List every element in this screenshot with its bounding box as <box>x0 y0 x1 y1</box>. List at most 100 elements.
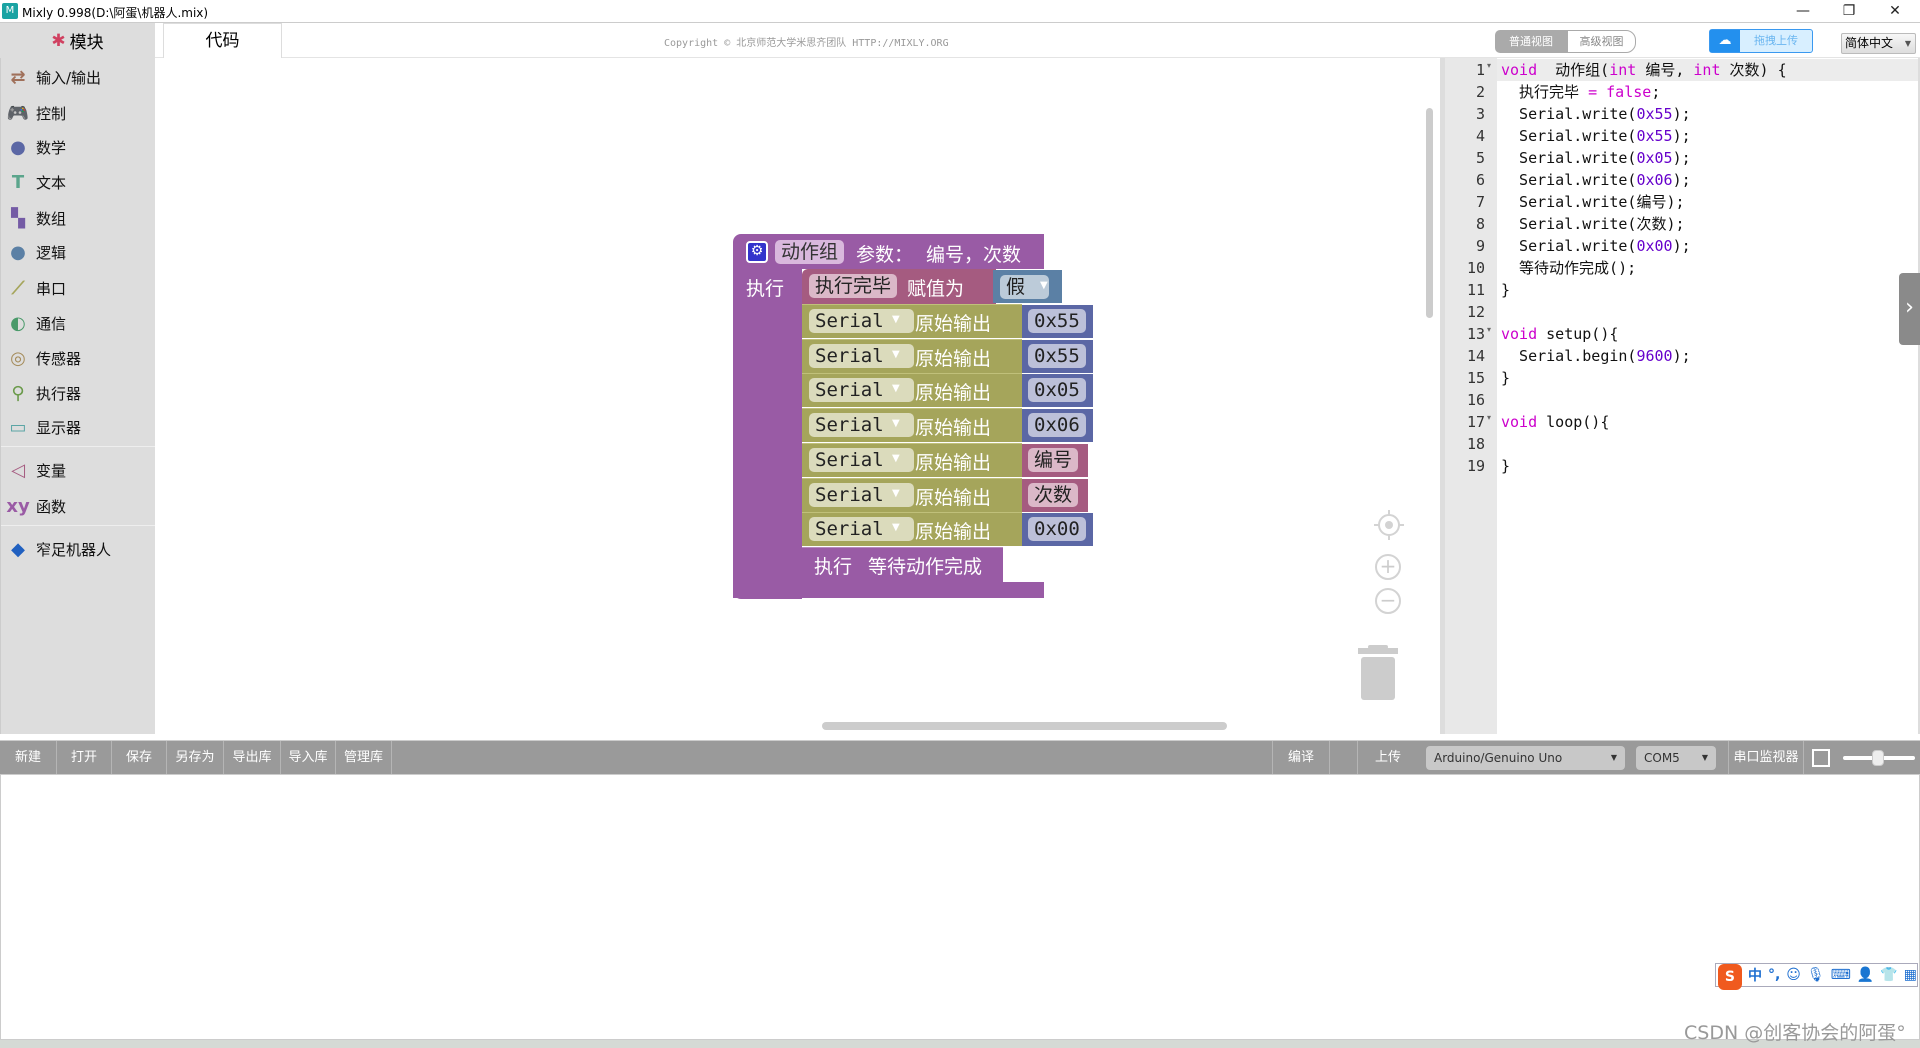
horizontal-scrollbar[interactable] <box>822 722 1227 730</box>
chevron-down-icon: ▼ <box>1610 753 1617 762</box>
restore-button[interactable]: ❐ <box>1826 0 1872 22</box>
keyboard-icon[interactable]: ⌨ <box>1831 967 1851 983</box>
sidebar-item-2[interactable]: ● 数学 <box>1 130 156 164</box>
output-console[interactable] <box>0 774 1920 1040</box>
tab-code[interactable]: 代码 <box>163 23 282 59</box>
serial-monitor-button[interactable]: 串口监视器 <box>1728 741 1804 775</box>
zoom-slider-handle[interactable] <box>1872 750 1884 766</box>
minimize-button[interactable]: — <box>1780 0 1826 22</box>
normal-view-button[interactable]: 普通视图 <box>1495 30 1567 53</box>
export-library-button[interactable]: 导出库 <box>224 741 281 775</box>
window-title: Mixly 0.998(D:\阿蛋\机器人.mix) <box>22 6 209 20</box>
new-button[interactable]: 新建 <box>0 741 57 775</box>
watermark: CSDN @创客协会的阿蛋° <box>1684 1022 1906 1044</box>
variable-field[interactable]: 次数 <box>1028 482 1079 507</box>
sidebar-item-label: 数组 <box>36 209 67 228</box>
sidebar-item-10[interactable]: ▭ 显示器 <box>1 410 156 444</box>
sidebar-item-5[interactable]: ● 逻辑 <box>1 235 156 269</box>
sidebar-item-3[interactable]: T 文本 <box>1 165 156 199</box>
upload-button[interactable]: 上传 <box>1358 741 1418 775</box>
recenter-icon[interactable] <box>1374 510 1404 540</box>
drag-upload-label: 拖拽上传 <box>1754 34 1798 47</box>
serial-write-label: 原始输出 <box>915 347 992 370</box>
code-token: ); <box>1672 237 1691 255</box>
zoom-in-icon[interactable]: + <box>1375 554 1401 580</box>
number-field[interactable]: 0x55 <box>1028 343 1086 368</box>
code-token: Serial.write( <box>1501 171 1637 189</box>
line-number: 7 <box>1475 193 1485 211</box>
shirt-icon[interactable]: 👕 <box>1880 967 1897 983</box>
number-field[interactable]: 0x06 <box>1028 413 1086 438</box>
emoji-icon[interactable]: ☺ <box>1786 967 1801 983</box>
save-as-button[interactable]: 另存为 <box>167 741 224 775</box>
code-line: } <box>1501 367 1510 389</box>
chip-icon[interactable] <box>1812 749 1830 767</box>
sidebar-item-13[interactable]: ◆ 窄足机器人 <box>1 532 156 566</box>
language-select[interactable]: 简体中文 ▼ <box>1841 33 1916 54</box>
procedure-block-footer[interactable] <box>733 582 1044 598</box>
code-line: } <box>1501 455 1510 477</box>
variable-field[interactable]: 编号 <box>1028 447 1079 472</box>
close-button[interactable]: ✕ <box>1872 0 1918 22</box>
sidebar-item-label: 数学 <box>36 138 67 157</box>
zoom-out-icon[interactable]: − <box>1375 588 1401 614</box>
port-select[interactable]: COM5 ▼ <box>1636 746 1716 770</box>
fold-arrow-icon[interactable]: ▾ <box>1487 325 1491 334</box>
sidebar-item-12[interactable]: xy 函数 <box>1 489 156 523</box>
grid-icon[interactable]: ▦ <box>1904 967 1917 983</box>
sidebar-item-9[interactable]: ⚲ 执行器 <box>1 376 156 410</box>
code-token: loop(){ <box>1537 413 1610 431</box>
puzzle-icon: ✱ <box>51 30 66 51</box>
code-line: void 动作组(int 编号, int 次数) { <box>1501 59 1787 81</box>
sidebar-item-8[interactable]: ◎ 传感器 <box>1 341 156 375</box>
copyright: Copyright © 北京师范大学米思齐团队 HTTP://MIXLY.ORG <box>664 38 949 49</box>
sidebar-item-11[interactable]: ◁ 变量 <box>1 453 156 487</box>
sidebar-item-4[interactable]: ▚ 数组 <box>1 201 156 235</box>
sidebar-item-7[interactable]: ◐ 通信 <box>1 306 156 340</box>
gear-icon[interactable]: ⚙ <box>746 241 768 263</box>
ime-mode[interactable]: 中 <box>1748 965 1762 985</box>
bulb-icon: ● <box>10 241 26 263</box>
trash-icon[interactable] <box>1358 645 1398 701</box>
bottom-toolbar: 新建 打开 保存 另存为 导出库 导入库 管理库 编译 上传 Arduino/G… <box>0 740 1920 775</box>
assign-variable-field[interactable]: 执行完毕 <box>809 274 898 298</box>
line-number: 14 <box>1466 347 1485 365</box>
code-line: Serial.write(0x00); <box>1501 235 1691 257</box>
variable-icon: ◁ <box>11 459 25 481</box>
board-select[interactable]: Arduino/Genuino Uno ▼ <box>1426 746 1625 770</box>
chevron-down-icon: ▼ <box>892 383 900 395</box>
microphone-icon[interactable]: 🎙 <box>1807 967 1825 983</box>
number-field[interactable]: 0x00 <box>1028 517 1086 542</box>
sidebar-item-0[interactable]: ⇄ 输入/输出 <box>1 60 156 94</box>
ime-punct[interactable]: °, <box>1768 967 1780 983</box>
save-button[interactable]: 保存 <box>112 741 167 775</box>
drag-upload-button[interactable]: ☁ 拖拽上传 <box>1709 29 1813 53</box>
line-number: 19 <box>1466 457 1485 475</box>
user-icon[interactable]: 👤 <box>1857 967 1874 983</box>
sidebar-item-1[interactable]: 🎮 控制 <box>1 96 156 130</box>
sidebar-item-label: 执行器 <box>36 384 82 403</box>
header: ✱ 模块 代码 Copyright © 北京师范大学米思齐团队 HTTP://MI… <box>0 22 1920 59</box>
code-token: ); <box>1672 149 1691 167</box>
compile-button[interactable]: 编译 <box>1272 741 1330 775</box>
number-field[interactable]: 0x55 <box>1028 309 1086 333</box>
tab-modules[interactable]: ✱ 模块 <box>0 23 155 58</box>
advanced-view-button[interactable]: 高级视图 <box>1567 30 1636 53</box>
procedure-name-field[interactable]: 动作组 <box>775 240 845 264</box>
number-field[interactable]: 0x05 <box>1028 378 1086 403</box>
chevron-down-icon: ▼ <box>892 418 900 430</box>
line-number: 16 <box>1466 391 1485 409</box>
actuator-icon: ⚲ <box>11 382 25 404</box>
collapse-panel-chevron-right-icon[interactable]: › <box>1899 273 1920 345</box>
line-number: 17 <box>1466 413 1485 431</box>
code-token: 9600 <box>1636 347 1673 365</box>
code-token: 0x55 <box>1636 127 1673 145</box>
fold-arrow-icon[interactable]: ▾ <box>1487 61 1491 70</box>
vertical-scrollbar[interactable] <box>1426 108 1433 318</box>
fold-arrow-icon[interactable]: ▾ <box>1487 413 1491 422</box>
open-button[interactable]: 打开 <box>57 741 112 775</box>
manage-library-button[interactable]: 管理库 <box>336 741 392 775</box>
import-library-button[interactable]: 导入库 <box>281 741 336 775</box>
procedure-block-body[interactable] <box>733 269 802 599</box>
sidebar-item-6[interactable]: ⟋ 串口 <box>1 271 156 305</box>
